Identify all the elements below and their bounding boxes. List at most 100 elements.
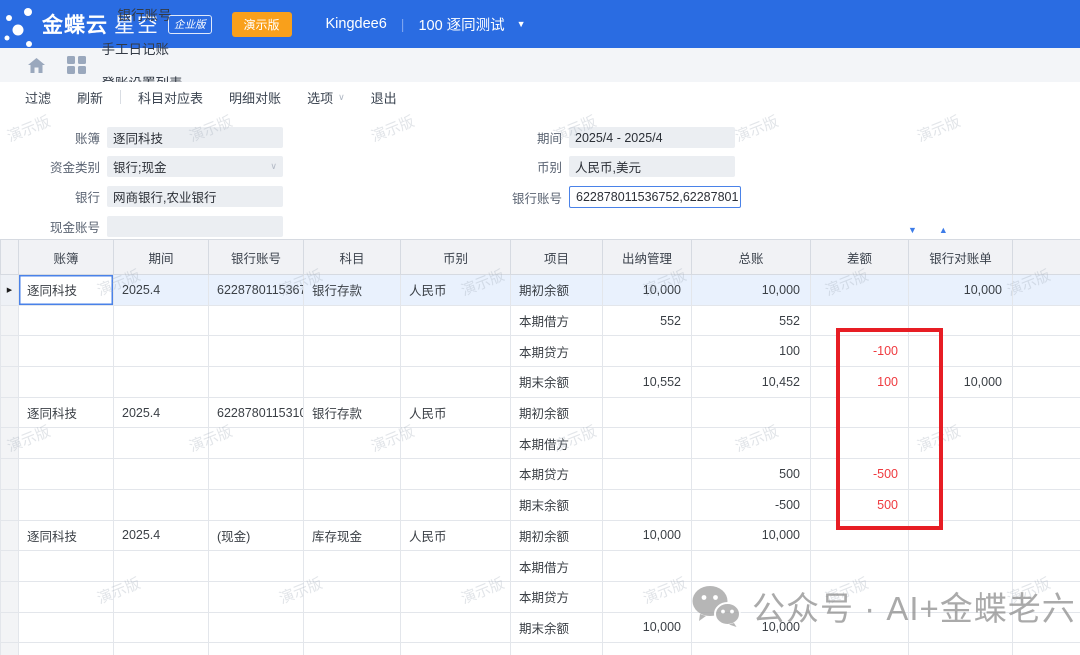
cell-item[interactable] bbox=[511, 643, 603, 655]
table-row[interactable]: 本期借方 bbox=[1, 428, 1080, 459]
chevron-down-icon[interactable]: ∨ bbox=[270, 161, 277, 172]
table-row[interactable]: ▶逐同科技2025.4622878011536752银行存款人民币期初余额10,… bbox=[1, 275, 1080, 306]
cell-period[interactable] bbox=[114, 428, 209, 459]
cell-account[interactable] bbox=[209, 643, 304, 655]
column-header-期间[interactable]: 期间 bbox=[114, 240, 209, 275]
cell-statement[interactable] bbox=[909, 520, 1013, 551]
column-header-出纳管理[interactable]: 出纳管理 bbox=[603, 240, 692, 275]
cell-ledger[interactable] bbox=[692, 551, 811, 582]
cell-diff[interactable] bbox=[811, 397, 909, 428]
field-input-现金账号[interactable] bbox=[107, 216, 283, 237]
cell-account[interactable] bbox=[209, 336, 304, 367]
column-header-差额[interactable]: 差额 bbox=[811, 240, 909, 275]
cell-account[interactable]: 622878011536752 bbox=[209, 275, 304, 306]
cell-period[interactable] bbox=[114, 336, 209, 367]
cell-currency[interactable] bbox=[401, 459, 511, 490]
cell-book[interactable] bbox=[19, 336, 114, 367]
table-row[interactable]: 期末余额10,00010,000 bbox=[1, 612, 1080, 643]
cell-book[interactable] bbox=[19, 367, 114, 398]
cell-ledger[interactable] bbox=[692, 643, 811, 655]
cell-statement[interactable] bbox=[909, 305, 1013, 336]
cell-account[interactable] bbox=[209, 612, 304, 643]
cell-diff[interactable] bbox=[811, 612, 909, 643]
table-row[interactable]: 逐同科技2025.4(现金)库存现金人民币期初余额10,00010,000 bbox=[1, 520, 1080, 551]
cell-cashier[interactable]: 10,552 bbox=[603, 367, 692, 398]
cell-book[interactable] bbox=[19, 612, 114, 643]
cell-cashier[interactable] bbox=[603, 459, 692, 490]
cell-cashier[interactable]: 10,000 bbox=[603, 275, 692, 306]
column-header-账簿[interactable]: 账簿 bbox=[19, 240, 114, 275]
cell-subject[interactable] bbox=[304, 428, 401, 459]
cell-currency[interactable]: 人民币 bbox=[401, 520, 511, 551]
cell-period[interactable] bbox=[114, 581, 209, 612]
cell-cashier[interactable] bbox=[603, 397, 692, 428]
cell-item[interactable]: 期末余额 bbox=[511, 367, 603, 398]
cell-currency[interactable] bbox=[401, 581, 511, 612]
column-header-币别[interactable]: 币别 bbox=[401, 240, 511, 275]
table-row[interactable]: 本期借方 bbox=[1, 551, 1080, 582]
cell-currency[interactable] bbox=[401, 305, 511, 336]
table-row[interactable]: 期末余额-500500 bbox=[1, 489, 1080, 520]
cell-currency[interactable] bbox=[401, 428, 511, 459]
cell-currency[interactable] bbox=[401, 367, 511, 398]
cell-currency[interactable] bbox=[401, 551, 511, 582]
cell-ledger[interactable]: -500 bbox=[692, 489, 811, 520]
cell-subject[interactable] bbox=[304, 581, 401, 612]
column-header-银行对账单[interactable]: 银行对账单 bbox=[909, 240, 1013, 275]
cell-ledger[interactable]: 10,000 bbox=[692, 275, 811, 306]
field-input-账簿[interactable]: 逐同科技 bbox=[107, 127, 283, 148]
cell-currency[interactable]: 人民币 bbox=[401, 397, 511, 428]
field-input-资金类别[interactable]: 银行;现金∨ bbox=[107, 156, 283, 177]
cell-item[interactable]: 期末余额 bbox=[511, 612, 603, 643]
cell-diff[interactable]: 100 bbox=[811, 367, 909, 398]
cell-diff[interactable] bbox=[811, 520, 909, 551]
cell-diff[interactable]: -500 bbox=[811, 459, 909, 490]
cell-book[interactable] bbox=[19, 459, 114, 490]
cell-diff[interactable]: -100 bbox=[811, 336, 909, 367]
expand-filter-icon[interactable]: ▲ bbox=[939, 225, 948, 235]
cell-item[interactable]: 本期借方 bbox=[511, 551, 603, 582]
cell-period[interactable] bbox=[114, 459, 209, 490]
cell-cashier[interactable] bbox=[603, 581, 692, 612]
cell-book[interactable] bbox=[19, 489, 114, 520]
username[interactable]: Kingdee6 bbox=[326, 16, 387, 32]
cell-book[interactable] bbox=[19, 643, 114, 655]
table-row[interactable]: 本期贷方500-500 bbox=[1, 459, 1080, 490]
table-row[interactable] bbox=[1, 643, 1080, 655]
cell-statement[interactable] bbox=[909, 643, 1013, 655]
cell-account[interactable] bbox=[209, 581, 304, 612]
cell-period[interactable] bbox=[114, 643, 209, 655]
toolbar-button-科目对应表[interactable]: 科目对应表 bbox=[125, 88, 216, 107]
column-header-银行账号[interactable]: 银行账号 bbox=[209, 240, 304, 275]
cell-item[interactable]: 本期借方 bbox=[511, 305, 603, 336]
cell-cashier[interactable] bbox=[603, 428, 692, 459]
cell-diff[interactable] bbox=[811, 643, 909, 655]
cell-period[interactable] bbox=[114, 612, 209, 643]
cell-subject[interactable] bbox=[304, 305, 401, 336]
cell-statement[interactable] bbox=[909, 612, 1013, 643]
cell-cashier[interactable]: 10,000 bbox=[603, 520, 692, 551]
cell-cashier[interactable] bbox=[603, 551, 692, 582]
cell-ledger[interactable]: 10,000 bbox=[692, 612, 811, 643]
cell-currency[interactable] bbox=[401, 489, 511, 520]
cell-statement[interactable] bbox=[909, 459, 1013, 490]
cell-period[interactable] bbox=[114, 367, 209, 398]
cell-item[interactable]: 本期贷方 bbox=[511, 581, 603, 612]
cell-item[interactable]: 期末余额 bbox=[511, 489, 603, 520]
cell-cashier[interactable]: 10,000 bbox=[603, 612, 692, 643]
cell-ledger[interactable]: 500 bbox=[692, 459, 811, 490]
cell-item[interactable]: 期初余额 bbox=[511, 397, 603, 428]
cell-cashier[interactable] bbox=[603, 643, 692, 655]
cell-period[interactable]: 2025.4 bbox=[114, 275, 209, 306]
cell-cashier[interactable]: 552 bbox=[603, 305, 692, 336]
cell-account[interactable] bbox=[209, 551, 304, 582]
cell-currency[interactable] bbox=[401, 612, 511, 643]
cell-ledger[interactable] bbox=[692, 397, 811, 428]
toolbar-button-选项[interactable]: 选项∨ bbox=[294, 88, 358, 107]
cell-book[interactable]: 逐同科技 bbox=[19, 397, 114, 428]
field-input-银行[interactable]: 网商银行,农业银行 bbox=[107, 186, 283, 207]
column-header-科目[interactable]: 科目 bbox=[304, 240, 401, 275]
cell-cashier[interactable] bbox=[603, 489, 692, 520]
cell-statement[interactable] bbox=[909, 336, 1013, 367]
cell-book[interactable] bbox=[19, 305, 114, 336]
